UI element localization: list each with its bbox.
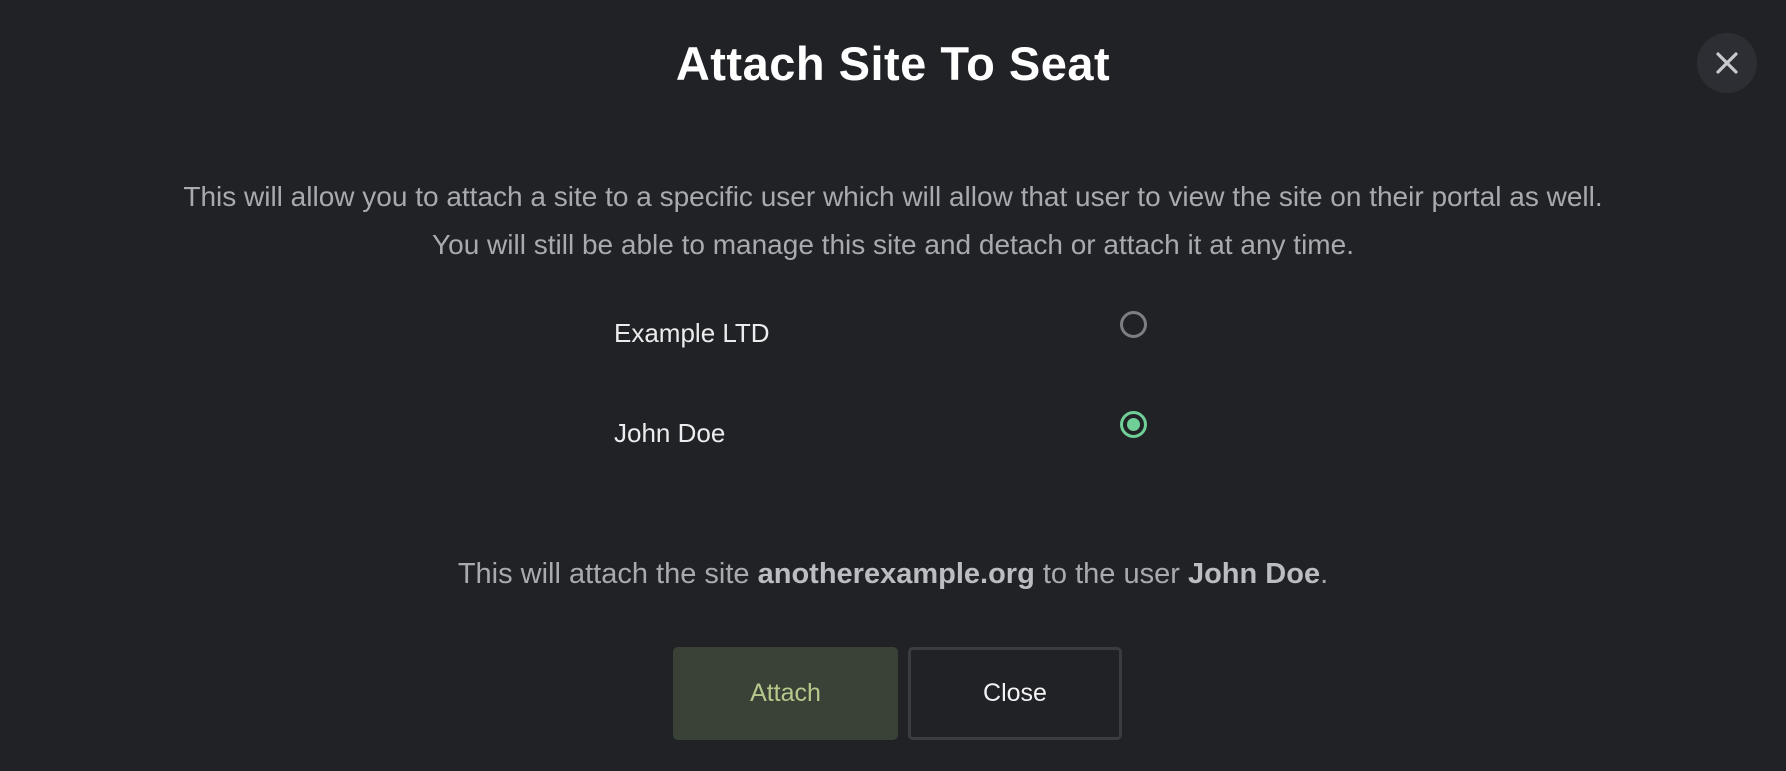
radio-john-doe[interactable] xyxy=(1120,411,1147,438)
close-icon xyxy=(1716,52,1738,74)
attach-button[interactable]: Attach xyxy=(673,647,898,740)
close-button[interactable]: Close xyxy=(908,647,1122,740)
option-john-doe[interactable]: John Doe xyxy=(614,400,1174,500)
option-label: John Doe xyxy=(614,418,726,448)
summary-middle: to the user xyxy=(1034,558,1188,590)
summary-suffix: . xyxy=(1320,558,1329,590)
option-example-ltd[interactable]: Example LTD xyxy=(614,300,1174,400)
attach-site-modal: Attach Site To Seat This will allow you … xyxy=(0,0,1786,771)
seat-options-list: Example LTD John Doe xyxy=(614,300,1174,500)
summary-prefix: This will attach the site xyxy=(457,558,758,590)
attach-summary: This will attach the site anotherexample… xyxy=(0,552,1786,596)
radio-example-ltd[interactable] xyxy=(1120,311,1147,338)
modal-title: Attach Site To Seat xyxy=(675,37,1111,90)
option-label: Example LTD xyxy=(614,318,770,348)
modal-description: This will allow you to attach a site to … xyxy=(0,173,1786,269)
description-line-2: You will still be able to manage this si… xyxy=(432,229,1354,260)
summary-user: John Doe xyxy=(1187,558,1321,590)
description-line-1: This will allow you to attach a site to … xyxy=(183,181,1603,212)
close-modal-button[interactable] xyxy=(1697,33,1757,93)
summary-site: anotherexample.org xyxy=(757,558,1035,590)
